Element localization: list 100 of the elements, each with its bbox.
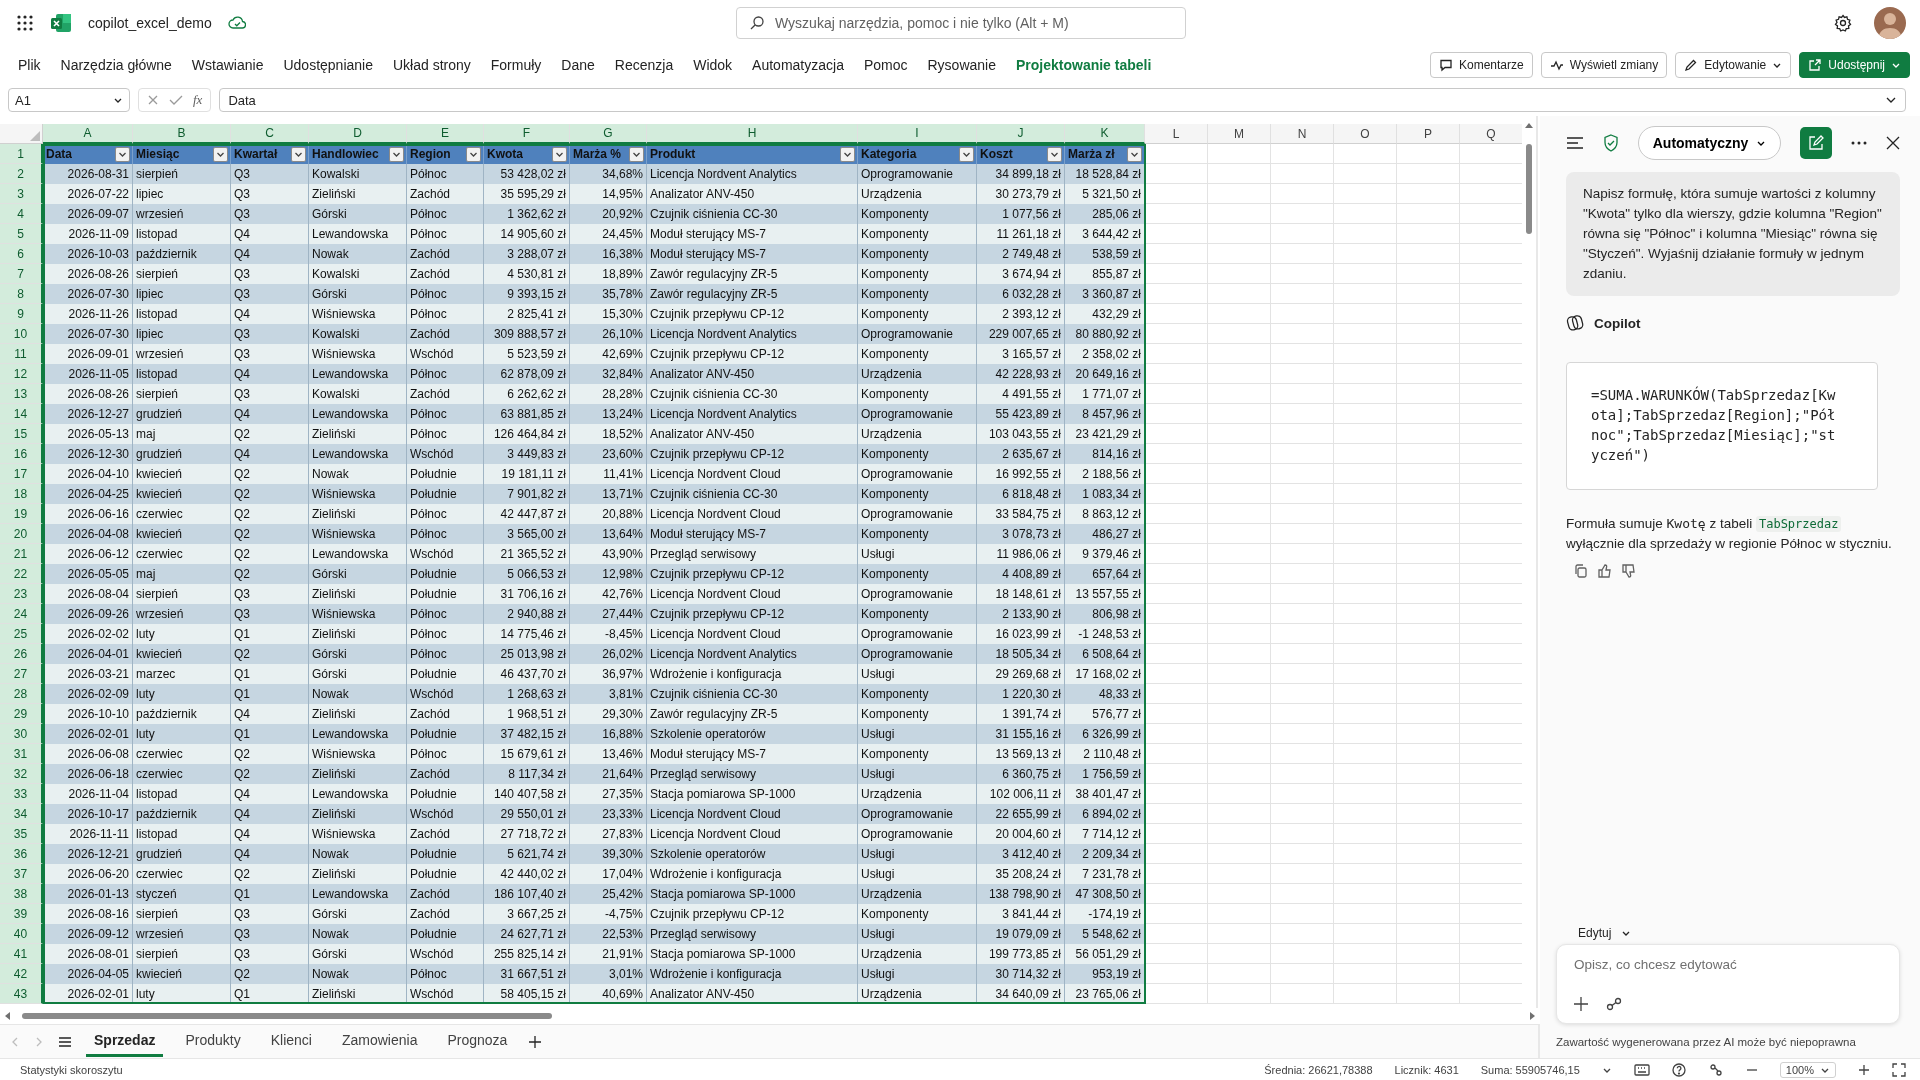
ribbon-tab[interactable]: Widok xyxy=(683,51,743,79)
row-header[interactable]: 26 xyxy=(0,644,43,664)
edit-dropdown[interactable]: Edytuj xyxy=(1578,926,1632,940)
zoom-dropdown[interactable]: 100% xyxy=(1779,1061,1836,1078)
insert-function-button[interactable]: fx xyxy=(193,92,203,108)
column-header[interactable]: C xyxy=(231,124,309,144)
ribbon-tab[interactable]: Wstawianie xyxy=(181,51,274,79)
ribbon-tab[interactable]: Formuły xyxy=(480,51,552,79)
name-box[interactable]: A1 xyxy=(8,88,130,112)
help-icon[interactable] xyxy=(1671,1062,1686,1077)
column-header[interactable]: B xyxy=(133,124,231,144)
column-header[interactable]: M xyxy=(1208,124,1271,144)
row-header[interactable]: 5 xyxy=(0,224,43,244)
row-header[interactable]: 3 xyxy=(0,184,43,204)
row-header[interactable]: 32 xyxy=(0,764,43,784)
row-header[interactable]: 6 xyxy=(0,244,43,264)
row-header[interactable]: 29 xyxy=(0,704,43,724)
copy-icon[interactable] xyxy=(1574,564,1588,578)
row-header[interactable]: 14 xyxy=(0,404,43,424)
ribbon-tab[interactable]: Narzędzia główne xyxy=(50,51,182,79)
ribbon-tab[interactable]: Automatyzacja xyxy=(742,51,854,79)
row-header[interactable]: 19 xyxy=(0,504,43,524)
row-header[interactable]: 21 xyxy=(0,544,43,564)
ribbon-tab[interactable]: Recenzja xyxy=(604,51,684,79)
row-header[interactable]: 8 xyxy=(0,284,43,304)
close-icon[interactable] xyxy=(1886,136,1900,150)
scroll-right-arrow-icon[interactable] xyxy=(1530,1012,1536,1020)
row-header[interactable]: 34 xyxy=(0,804,43,824)
row-header[interactable]: 24 xyxy=(0,604,43,624)
scroll-thumb[interactable] xyxy=(1526,144,1532,234)
row-header[interactable]: 2 xyxy=(0,164,43,184)
formula-field[interactable]: Data xyxy=(219,88,1906,112)
filter-button[interactable] xyxy=(1047,146,1062,162)
filter-button[interactable] xyxy=(1127,146,1142,162)
filter-button[interactable] xyxy=(291,146,306,162)
menu-icon[interactable] xyxy=(58,1035,72,1048)
row-header[interactable]: 11 xyxy=(0,344,43,364)
ribbon-tab[interactable]: Udostępnianie xyxy=(273,51,383,79)
zoom-in-icon[interactable] xyxy=(1858,1063,1870,1076)
row-header[interactable]: 25 xyxy=(0,624,43,644)
column-header[interactable]: D xyxy=(309,124,407,144)
column-header[interactable]: K xyxy=(1065,124,1145,144)
vertical-scrollbar[interactable] xyxy=(1522,116,1538,1008)
cloud-check-icon[interactable] xyxy=(227,15,246,31)
filter-button[interactable] xyxy=(466,146,481,162)
confirm-icon[interactable] xyxy=(169,94,183,106)
menu-icon[interactable] xyxy=(1566,136,1584,150)
filter-button[interactable] xyxy=(115,146,130,162)
scroll-left-arrow-icon[interactable] xyxy=(4,1012,10,1020)
avatar[interactable] xyxy=(1874,7,1906,39)
changes-button[interactable]: Wyświetl zmiany xyxy=(1540,52,1668,78)
column-header[interactable]: Q xyxy=(1460,124,1522,144)
sheet-tab[interactable]: Produkty xyxy=(177,1026,249,1057)
keyboard-icon[interactable] xyxy=(1633,1063,1650,1076)
scroll-up-arrow-icon[interactable] xyxy=(1525,122,1533,128)
scroll-thumb[interactable] xyxy=(22,1013,552,1019)
mode-dropdown[interactable]: Automatyczny xyxy=(1637,126,1782,160)
sheet-tab[interactable]: Zamowienia xyxy=(333,1026,426,1057)
row-header[interactable]: 15 xyxy=(0,424,43,444)
more-options-icon[interactable] xyxy=(1851,141,1868,145)
row-header[interactable]: 20 xyxy=(0,524,43,544)
document-title[interactable]: copilot_excel_demo xyxy=(88,15,212,31)
prompt-field[interactable]: Opisz, co chcesz edytować xyxy=(1574,957,1882,972)
filter-button[interactable] xyxy=(213,146,228,162)
comments-button[interactable]: Komentarze xyxy=(1429,52,1533,78)
column-header[interactable]: I xyxy=(858,124,977,144)
row-header[interactable]: 23 xyxy=(0,584,43,604)
row-header[interactable]: 33 xyxy=(0,784,43,804)
filter-button[interactable] xyxy=(959,146,974,162)
row-header[interactable]: 40 xyxy=(0,924,43,944)
row-header[interactable]: 30 xyxy=(0,724,43,744)
filter-button[interactable] xyxy=(389,146,404,162)
row-header[interactable]: 39 xyxy=(0,904,43,924)
sheet-tab[interactable]: Sprzedaz xyxy=(86,1026,164,1057)
column-header[interactable]: L xyxy=(1145,124,1208,144)
column-header[interactable]: N xyxy=(1271,124,1334,144)
row-header[interactable]: 13 xyxy=(0,384,43,404)
row-header[interactable]: 27 xyxy=(0,664,43,684)
row-header[interactable]: 16 xyxy=(0,444,43,464)
row-header[interactable]: 9 xyxy=(0,304,43,324)
add-sheet-icon[interactable] xyxy=(529,1035,542,1048)
row-header[interactable]: 36 xyxy=(0,844,43,864)
row-header[interactable]: 18 xyxy=(0,484,43,504)
ribbon-tab[interactable]: Projektowanie tabeli xyxy=(1006,51,1162,79)
ribbon-tab[interactable]: Układ strony xyxy=(382,51,481,79)
ribbon-tab[interactable]: Dane xyxy=(551,51,605,79)
editing-button[interactable]: Edytowanie xyxy=(1675,52,1792,78)
sheet-tab[interactable]: Prognoza xyxy=(439,1026,516,1057)
link-icon[interactable] xyxy=(1606,997,1622,1011)
column-header[interactable]: G xyxy=(570,124,647,144)
thumbs-down-icon[interactable] xyxy=(1622,564,1636,578)
ribbon-tab[interactable]: Pomoc xyxy=(853,51,918,79)
spreadsheet-logo-icon[interactable] xyxy=(50,12,72,34)
row-header[interactable]: 10 xyxy=(0,324,43,344)
row-header[interactable]: 35 xyxy=(0,824,43,844)
column-header[interactable]: P xyxy=(1397,124,1460,144)
row-header[interactable]: 42 xyxy=(0,964,43,984)
row-header[interactable]: 41 xyxy=(0,944,43,964)
filter-button[interactable] xyxy=(629,146,644,162)
row-header[interactable]: 7 xyxy=(0,264,43,284)
